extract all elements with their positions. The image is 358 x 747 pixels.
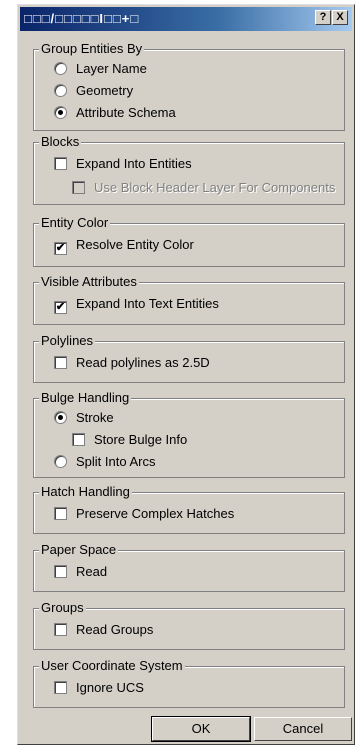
stroke-option[interactable]: Stroke bbox=[54, 409, 114, 427]
dialog-window: □□□/□□□□□I□□+□ ? X Group Entities By Lay… bbox=[17, 4, 355, 745]
store-bulge-info-checkbox[interactable] bbox=[72, 433, 85, 446]
groups-label: Groups bbox=[39, 600, 86, 616]
split-into-arcs-option[interactable]: Split Into Arcs bbox=[54, 453, 155, 471]
ok-button[interactable]: OK bbox=[151, 716, 251, 742]
read-groups-option[interactable]: Read Groups bbox=[54, 621, 153, 639]
use-block-header-option: Use Block Header Layer For Components bbox=[72, 179, 335, 197]
expand-into-text-label: Expand Into Text Entities bbox=[76, 296, 219, 311]
read-groups-label: Read Groups bbox=[76, 622, 154, 637]
preserve-hatches-checkbox[interactable] bbox=[54, 507, 67, 520]
split-into-arcs-radio[interactable] bbox=[54, 455, 67, 468]
store-bulge-info-label: Store Bulge Info bbox=[94, 432, 188, 447]
group-entities-by-label: Group Entities By bbox=[39, 41, 145, 57]
use-block-header-checkbox bbox=[72, 181, 85, 194]
read-polylines-checkbox[interactable] bbox=[54, 356, 67, 369]
store-bulge-info-option[interactable]: Store Bulge Info bbox=[72, 431, 187, 449]
attribute-schema-radio[interactable] bbox=[54, 106, 67, 119]
bulge-handling-section: Bulge Handling Stroke Store Bulge Info S… bbox=[33, 390, 345, 478]
resolve-entity-color-checkbox[interactable]: ✔ bbox=[54, 242, 67, 255]
entity-color-section: Entity Color ✔ Resolve Entity Color bbox=[33, 215, 345, 267]
paper-space-read-checkbox[interactable] bbox=[54, 565, 67, 578]
geometry-option[interactable]: Geometry bbox=[54, 82, 133, 100]
paper-space-section: Paper Space Read bbox=[33, 542, 345, 592]
layer-name-label: Layer Name bbox=[76, 61, 147, 76]
ignore-ucs-option[interactable]: Ignore UCS bbox=[54, 679, 144, 697]
paper-space-read-label: Read bbox=[76, 564, 108, 579]
expand-into-text-option[interactable]: ✔ Expand Into Text Entities bbox=[54, 295, 219, 314]
stroke-label: Stroke bbox=[76, 410, 114, 425]
read-polylines-label: Read polylines as 2.5D bbox=[76, 355, 210, 370]
bulge-handling-label: Bulge Handling bbox=[39, 390, 132, 406]
expand-into-entities-checkbox[interactable] bbox=[54, 157, 67, 170]
geometry-label: Geometry bbox=[76, 83, 134, 98]
groups-section: Groups Read Groups bbox=[33, 600, 345, 650]
expand-into-entities-label: Expand Into Entities bbox=[76, 156, 192, 171]
ignore-ucs-label: Ignore UCS bbox=[76, 680, 144, 695]
visible-attributes-label: Visible Attributes bbox=[39, 274, 139, 290]
preserve-hatches-option[interactable]: Preserve Complex Hatches bbox=[54, 505, 234, 523]
use-block-header-label: Use Block Header Layer For Components bbox=[94, 180, 336, 195]
group-entities-by-section: Group Entities By Layer Name Geometry At… bbox=[33, 41, 345, 131]
paper-space-label: Paper Space bbox=[39, 542, 119, 558]
ucs-section: User Coordinate System Ignore UCS bbox=[33, 658, 345, 708]
ucs-label: User Coordinate System bbox=[39, 658, 185, 674]
window-title: □□□/□□□□□I□□+□ bbox=[24, 11, 140, 26]
help-button[interactable]: ? bbox=[315, 10, 331, 25]
stroke-radio[interactable] bbox=[54, 411, 67, 424]
close-button[interactable]: X bbox=[332, 10, 348, 25]
expand-into-entities-option[interactable]: Expand Into Entities bbox=[54, 155, 192, 173]
read-groups-checkbox[interactable] bbox=[54, 623, 67, 636]
geometry-radio[interactable] bbox=[54, 84, 67, 97]
layer-name-radio[interactable] bbox=[54, 62, 67, 75]
cancel-button[interactable]: Cancel bbox=[254, 717, 352, 741]
split-into-arcs-label: Split Into Arcs bbox=[76, 454, 156, 469]
ignore-ucs-checkbox[interactable] bbox=[54, 681, 67, 694]
blocks-section: Blocks Expand Into Entities Use Block He… bbox=[33, 134, 345, 205]
hatch-handling-section: Hatch Handling Preserve Complex Hatches bbox=[33, 484, 345, 534]
attribute-schema-label: Attribute Schema bbox=[76, 105, 176, 120]
entity-color-label: Entity Color bbox=[39, 215, 111, 231]
visible-attributes-section: Visible Attributes ✔ Expand Into Text Ent… bbox=[33, 274, 345, 325]
read-polylines-option[interactable]: Read polylines as 2.5D bbox=[54, 354, 210, 372]
resolve-entity-color-label: Resolve Entity Color bbox=[76, 237, 194, 252]
polylines-section: Polylines Read polylines as 2.5D bbox=[33, 333, 345, 383]
expand-into-text-checkbox[interactable]: ✔ bbox=[54, 301, 67, 314]
attribute-schema-option[interactable]: Attribute Schema bbox=[54, 104, 176, 122]
paper-space-read-option[interactable]: Read bbox=[54, 563, 107, 581]
title-bar[interactable]: □□□/□□□□□I□□+□ ? X bbox=[20, 7, 352, 31]
resolve-entity-color-option[interactable]: ✔ Resolve Entity Color bbox=[54, 236, 194, 255]
preserve-hatches-label: Preserve Complex Hatches bbox=[76, 506, 235, 521]
hatch-handling-label: Hatch Handling bbox=[39, 484, 132, 500]
layer-name-option[interactable]: Layer Name bbox=[54, 60, 147, 78]
blocks-label: Blocks bbox=[39, 134, 82, 150]
polylines-label: Polylines bbox=[39, 333, 96, 349]
